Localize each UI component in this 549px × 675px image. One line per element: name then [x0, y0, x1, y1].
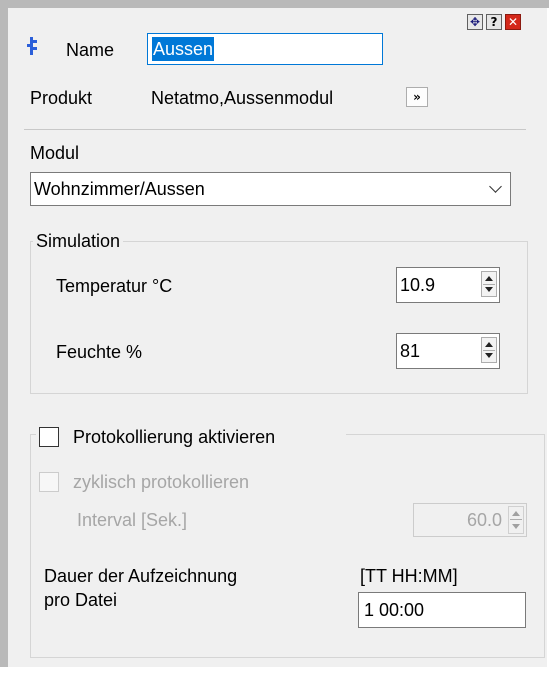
spin-up-icon[interactable]	[512, 511, 520, 516]
name-input-value[interactable]: Aussen	[152, 37, 215, 61]
interval-value[interactable]: 60.0	[467, 509, 502, 531]
spin-divider	[483, 284, 495, 285]
simulation-group-title: Simulation	[33, 230, 124, 252]
modul-dropdown-value: Wohnzimmer/Aussen	[34, 179, 205, 199]
chevron-down-icon	[489, 180, 502, 193]
spin-down-icon[interactable]	[485, 287, 493, 292]
help-glyph: ?	[490, 15, 498, 29]
cyclic-logging-checkbox[interactable]	[39, 472, 59, 492]
duration-label-line1: Dauer der Aufzeichnung	[44, 566, 238, 586]
spin-up-icon[interactable]	[485, 276, 493, 281]
temperature-spin-buttons[interactable]	[481, 271, 497, 297]
name-label: Name	[66, 40, 115, 60]
modul-label: Modul	[30, 143, 80, 163]
duration-label-line2: pro Datei	[44, 590, 118, 610]
humidity-value[interactable]: 81	[400, 340, 420, 362]
cyclic-logging-label[interactable]: zyklisch protokollieren	[73, 471, 249, 493]
interval-stepper[interactable]: 60.0	[413, 503, 527, 537]
temperature-value[interactable]: 10.9	[400, 274, 435, 296]
humidity-label: Feuchte %	[56, 342, 143, 362]
modul-dropdown[interactable]: Wohnzimmer/Aussen	[30, 172, 511, 206]
move-icon[interactable]: ✥	[467, 14, 483, 30]
temperature-stepper[interactable]: 10.9	[396, 267, 500, 303]
spin-down-icon[interactable]	[512, 524, 520, 529]
window-border-bottom	[0, 667, 549, 675]
humidity-spin-buttons[interactable]	[481, 337, 497, 363]
spin-divider	[510, 519, 522, 520]
duration-input[interactable]: 1 00:00	[358, 592, 526, 628]
humidity-stepper[interactable]: 81	[396, 333, 500, 369]
product-value: Netatmo,Aussenmodul	[151, 88, 334, 108]
close-icon[interactable]: ✕	[505, 14, 521, 30]
help-icon[interactable]: ?	[486, 14, 502, 30]
header-separator	[24, 129, 526, 130]
device-icon	[27, 37, 37, 55]
temperature-label: Temperatur °C	[56, 276, 173, 296]
simulation-group	[30, 241, 528, 394]
interval-spin-buttons[interactable]	[508, 506, 524, 534]
interval-label: Interval [Sek.]	[77, 510, 188, 530]
name-input[interactable]: Aussen	[147, 33, 383, 65]
product-label: Produkt	[30, 88, 93, 108]
window-border-left	[0, 0, 8, 675]
enable-logging-checkbox[interactable]	[39, 427, 59, 447]
duration-input-value[interactable]: 1 00:00	[364, 599, 424, 621]
expand-button[interactable]: »	[406, 87, 428, 107]
spin-up-icon[interactable]	[485, 342, 493, 347]
enable-logging-label[interactable]: Protokollierung aktivieren	[73, 426, 275, 448]
expand-button-glyph: »	[413, 90, 421, 104]
window-border-top	[0, 0, 549, 8]
spin-down-icon[interactable]	[485, 353, 493, 358]
spin-divider	[483, 350, 495, 351]
duration-format-label: [TT HH:MM]	[360, 566, 458, 586]
close-glyph: ✕	[507, 15, 519, 29]
move-glyph: ✥	[469, 15, 481, 29]
